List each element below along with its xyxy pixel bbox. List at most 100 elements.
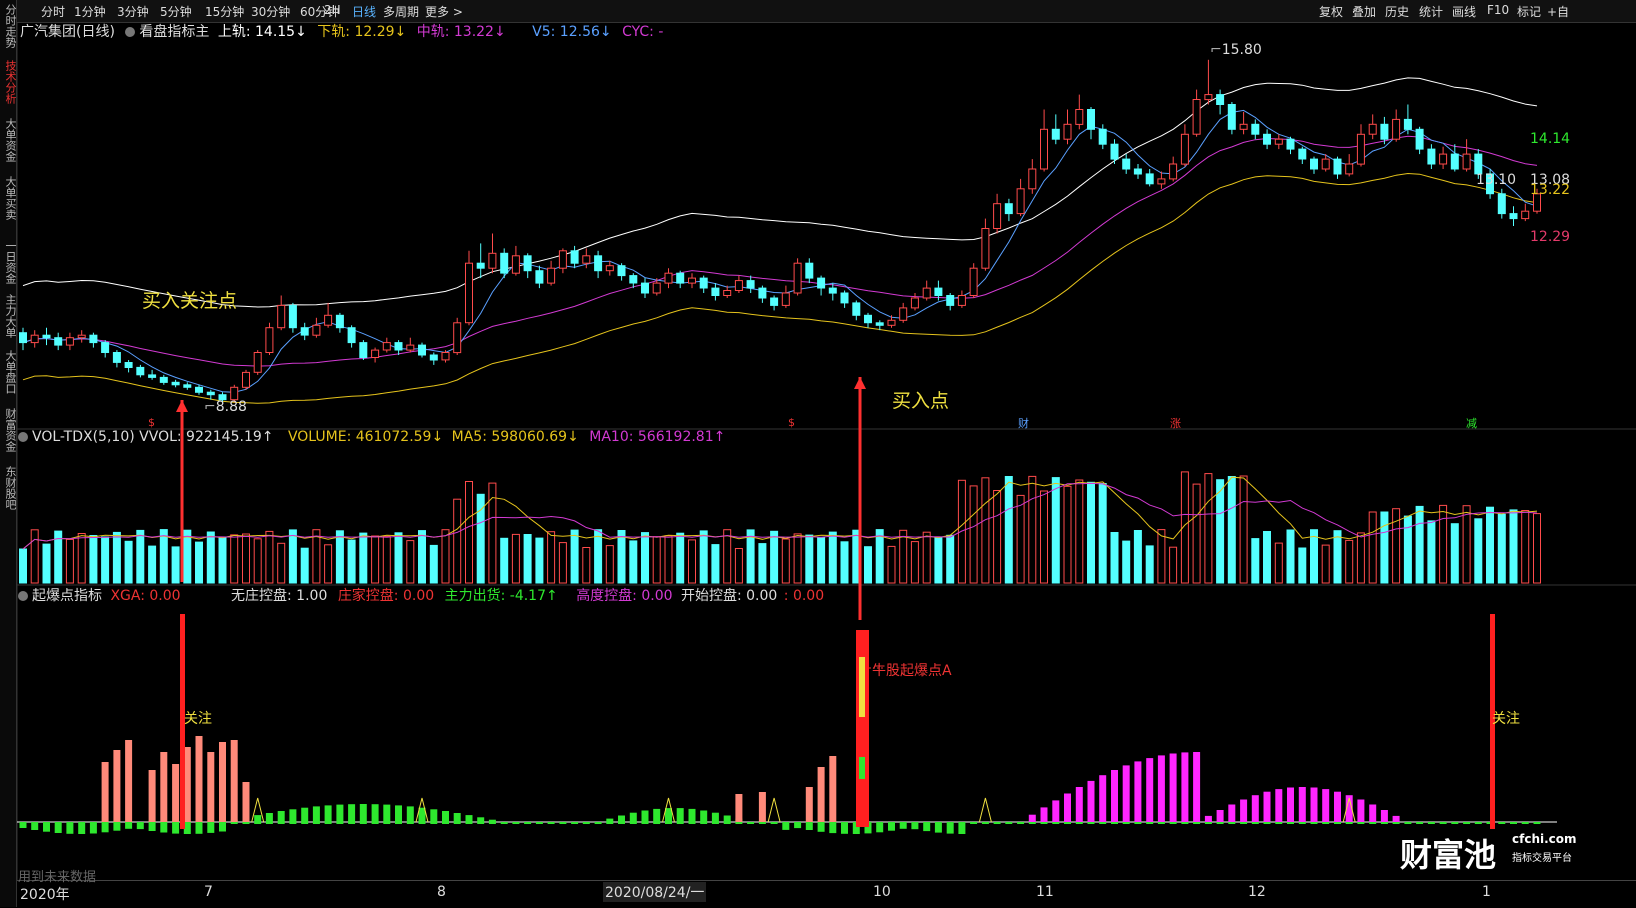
candle-body [817,277,826,289]
signal-bar [1216,810,1224,822]
left-tab-8[interactable]: 东财股吧 [0,466,17,510]
volume-bar [511,533,520,584]
candle-body [242,371,250,388]
volume-bar [840,541,849,584]
period-tab-7[interactable]: 2H [324,3,341,17]
signal-neg-bar [488,822,496,824]
signal-neg-bar [78,822,86,834]
candle-body [523,255,532,272]
candle-body [230,386,239,401]
period-tab-4[interactable]: 15分钟 [205,3,244,20]
period-tab-3[interactable]: 5分钟 [160,3,192,20]
toolbar-button-4[interactable]: 画线 [1452,3,1476,20]
signal-neg-bar [993,822,1001,824]
toolbar-button-2[interactable]: 历史 [1385,3,1409,20]
volume-bar [1486,506,1494,584]
volume-bar [899,529,908,584]
period-tab-8[interactable]: 日线 [352,3,376,20]
volume-bar [500,537,509,584]
period-tab-1[interactable]: 1分钟 [74,3,106,20]
volume-bar [1509,509,1518,584]
volume-bar [1286,529,1295,584]
volume-ma5-line [22,476,1538,550]
volume-bar [547,531,556,584]
bull-start-annotation: 牛股起爆点A [872,663,952,679]
candle-body [77,334,86,339]
signal-neg-bar [254,822,262,824]
event-mark-1[interactable]: $ [148,416,155,429]
volume-bar [1227,476,1236,584]
signal-neg-bar [265,822,273,824]
candle-body [453,322,462,354]
period-tab-2[interactable]: 3分钟 [117,3,149,20]
candle-body [1087,109,1095,130]
signal-neg-bar [395,822,402,824]
toolbar-button-1[interactable]: 叠加 [1352,3,1376,20]
signal-neg-bar [1310,822,1318,824]
signal-neg-bar [711,822,719,824]
period-tab-0[interactable]: 分时 [41,3,65,20]
period-tab-5[interactable]: 30分钟 [251,3,290,20]
left-tab-5[interactable]: 主力大单 [0,294,17,338]
candle-body [558,250,567,269]
period-tab-9[interactable]: 多周期 [383,3,419,20]
candle-body [101,342,110,354]
signal-spike-bar [207,752,215,822]
toolbar-button-0[interactable]: 复权 [1319,3,1343,20]
signal-bar [312,806,320,822]
candle-body [1439,153,1448,165]
event-mark-rise[interactable]: 涨 [1170,415,1181,431]
signal-bar [1181,752,1189,822]
event-mark-reduce[interactable]: 减 [1466,415,1477,431]
signal-spike-bar [148,770,156,822]
event-mark-2[interactable]: $ [788,416,795,429]
toolbar-button-7[interactable]: +自 [1547,3,1569,20]
toolbar-button-5[interactable]: F10 [1487,3,1509,17]
left-tab-7[interactable]: 财富资金 [0,408,17,452]
volume-bar [453,498,462,584]
event-mark-finance[interactable]: 财 [1018,415,1029,431]
signal-neg-bar [207,822,215,833]
signal-neg-bar [1322,822,1330,824]
watermark-site: cfchi.com [1512,832,1577,846]
watch-annotation-1: 关注 [184,711,212,727]
signal-neg-bar [606,822,614,824]
candle-body [347,327,356,344]
signal-neg-bar [1181,822,1189,824]
candle-body [265,327,274,354]
volume-bar [30,529,39,584]
volume-ma10-line [22,482,1538,550]
signal-neg-bar [54,822,62,833]
signal-neg-bar [371,822,379,824]
candle-body [828,287,837,294]
candle-body [699,277,708,289]
candle-body [969,267,978,296]
lower-band-line [22,172,1538,404]
left-tab-4[interactable]: 一日资金 [0,240,17,284]
volume-bar [723,529,732,584]
month-label: 8 [437,884,446,900]
chart-canvas[interactable] [17,22,1636,880]
volume-bar [1521,510,1530,584]
signal-neg-bar [1017,822,1025,824]
toolbar-button-3[interactable]: 统计 [1419,3,1443,20]
left-tab-1[interactable]: 技术分析 [0,60,17,104]
left-tab-3[interactable]: 大单买卖 [0,176,17,220]
month-label: 7 [204,884,213,900]
volume-bar [1028,475,1037,584]
signal-bar [1087,780,1095,822]
candle-body [910,297,919,309]
candle-body [382,342,391,351]
signal-spike-bar [817,767,825,822]
right-lower-tag: 12.29 [1530,229,1571,245]
toolbar-button-6[interactable]: 标记 [1517,3,1541,20]
candle-body [1075,109,1084,125]
left-tab-2[interactable]: 大单资金 [0,118,17,162]
volume-bar [101,536,110,584]
signal-bar [453,813,461,822]
signal-neg-bar [195,822,203,834]
period-tab-10[interactable]: 更多 > [425,3,463,20]
left-tab-6[interactable]: 大单盘口 [0,350,17,394]
left-tab-0[interactable]: 分时走势 [0,4,17,48]
volume-bar [1251,538,1260,584]
